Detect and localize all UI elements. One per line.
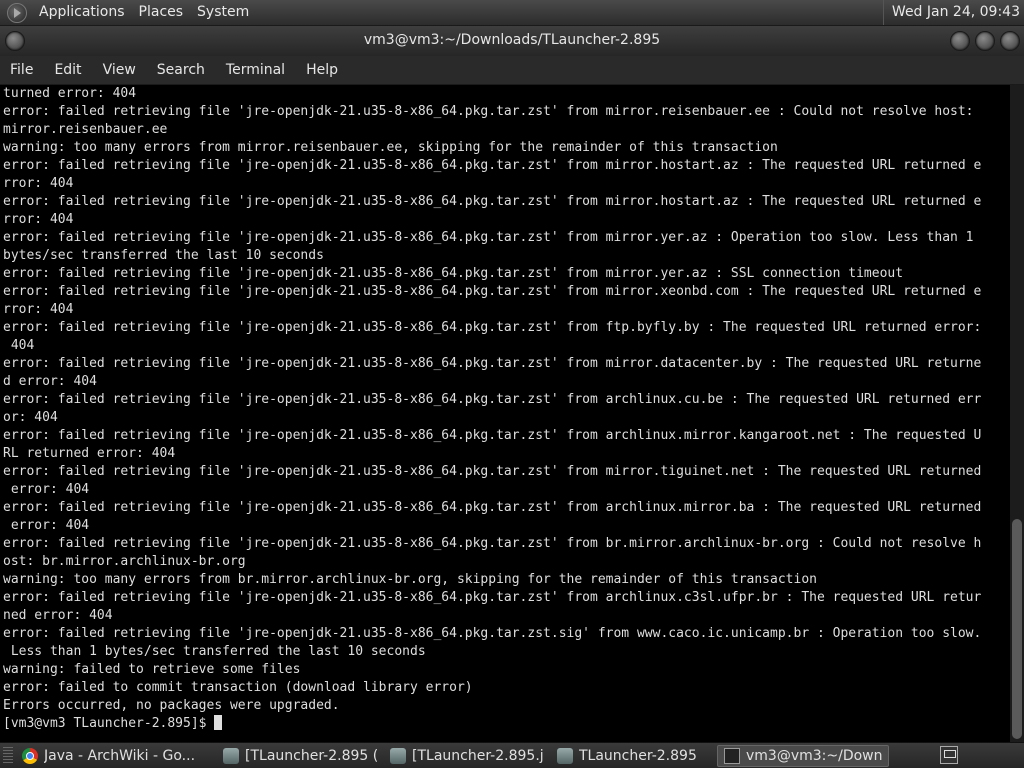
menu-search[interactable]: Search xyxy=(147,56,216,84)
terminal-line: rror: 404 xyxy=(3,302,74,317)
file-manager-icon xyxy=(223,747,239,764)
panel-clock[interactable]: Wed Jan 24, 09:43 xyxy=(882,0,1024,25)
distro-logo-icon[interactable] xyxy=(7,2,27,23)
minimize-button[interactable] xyxy=(950,31,970,51)
close-button[interactable] xyxy=(1000,31,1020,51)
terminal-line: rror: 404 xyxy=(3,176,74,191)
terminal-line: error: failed to commit transaction (dow… xyxy=(3,680,473,695)
terminal-line: bytes/sec transferred the last 10 second… xyxy=(3,248,324,263)
file-manager-icon xyxy=(390,747,406,764)
taskbar-button[interactable]: Java - ArchWiki - Go... xyxy=(16,745,216,767)
terminal-line: Errors occurred, no packages were upgrad… xyxy=(3,698,340,713)
scrollbar-thumb[interactable] xyxy=(1012,519,1022,739)
terminal-line: RL returned error: 404 xyxy=(3,446,176,461)
menu-file[interactable]: File xyxy=(0,56,44,84)
places-menu[interactable]: Places xyxy=(132,0,191,25)
terminal-line: 404 xyxy=(3,338,35,353)
terminal-prompt: [vm3@vm3 TLauncher-2.895]$ xyxy=(3,715,1010,733)
applications-menu[interactable]: Applications xyxy=(32,0,132,25)
terminal-line: error: failed retrieving file 'jre-openj… xyxy=(3,590,982,605)
task-list: Java - ArchWiki - Go... [TLauncher-2.895 … xyxy=(16,744,890,767)
taskbar-handle[interactable] xyxy=(3,746,13,765)
terminal-line: Less than 1 bytes/sec transferred the la… xyxy=(3,644,426,659)
terminal-line: error: failed retrieving file 'jre-openj… xyxy=(3,230,974,245)
show-desktop-icon[interactable] xyxy=(940,746,958,764)
terminal-line: error: failed retrieving file 'jre-openj… xyxy=(3,428,982,443)
taskbar-button[interactable]: TLauncher-2.895 xyxy=(551,745,716,767)
menu-edit[interactable]: Edit xyxy=(44,56,92,84)
file-manager-icon xyxy=(557,747,573,764)
terminal-line: error: 404 xyxy=(3,482,90,497)
terminal-line: warning: too many errors from mirror.rei… xyxy=(3,140,778,155)
window-title: vm3@vm3:~/Downloads/TLauncher-2.895 xyxy=(363,32,661,48)
menu-view[interactable]: View xyxy=(93,56,147,84)
menu-help[interactable]: Help xyxy=(296,56,349,84)
terminal-line: ned error: 404 xyxy=(3,608,113,623)
terminal-line: rror: 404 xyxy=(3,212,74,227)
window-titlebar[interactable]: vm3@vm3:~/Downloads/TLauncher-2.895 xyxy=(0,26,1024,56)
terminal-line: error: failed retrieving file 'jre-openj… xyxy=(3,392,982,407)
taskbar-button[interactable]: [TLauncher-2.895.jar] xyxy=(384,745,550,767)
terminal-line: error: failed retrieving file 'jre-openj… xyxy=(3,284,982,299)
terminal-line: error: failed retrieving file 'jre-openj… xyxy=(3,464,982,479)
terminal-line: d error: 404 xyxy=(3,374,97,389)
terminal-line: error: failed retrieving file 'jre-openj… xyxy=(3,158,982,173)
top-panel-menu: Applications Places System xyxy=(32,0,256,25)
terminal-text[interactable]: turned error: 404 error: failed retrievin… xyxy=(0,85,1010,733)
taskbar-button-label: [TLauncher-2.895 (1... xyxy=(245,747,377,764)
terminal-line: error: failed retrieving file 'jre-openj… xyxy=(3,536,982,551)
terminal-line: error: failed retrieving file 'jre-openj… xyxy=(3,626,982,641)
taskbar-button-label: vm3@vm3:~/Downl... xyxy=(746,747,882,764)
taskbar-button-label: TLauncher-2.895 xyxy=(579,747,697,764)
terminal-cursor xyxy=(214,715,223,730)
terminal-line: ost: br.mirror.archlinux-br.org xyxy=(3,554,246,569)
terminal-scrollbar[interactable] xyxy=(1010,85,1024,742)
terminal-line: error: 404 xyxy=(3,518,90,533)
top-panel: Applications Places System Wed Jan 24, 0… xyxy=(0,0,1024,26)
terminal-line: error: failed retrieving file 'jre-openj… xyxy=(3,104,974,119)
taskbar-button[interactable]: vm3@vm3:~/Downl... xyxy=(717,744,889,767)
terminal-line: error: failed retrieving file 'jre-openj… xyxy=(3,356,982,371)
terminal-line: error: failed retrieving file 'jre-openj… xyxy=(3,266,904,281)
terminal-line: error: failed retrieving file 'jre-openj… xyxy=(3,194,982,209)
terminal-line: or: 404 xyxy=(3,410,58,425)
terminal-line: warning: failed to retrieve some files xyxy=(3,662,301,677)
terminal-line: mirror.reisenbauer.ee xyxy=(3,122,168,137)
taskbar-button[interactable]: [TLauncher-2.895 (1... xyxy=(217,745,383,767)
taskbar-button-label: [TLauncher-2.895.jar] xyxy=(412,747,544,764)
terminal-line: turned error: 404 xyxy=(3,86,137,101)
bottom-taskbar: Java - ArchWiki - Go... [TLauncher-2.895 … xyxy=(0,743,1024,768)
system-menu[interactable]: System xyxy=(190,0,256,25)
maximize-button[interactable] xyxy=(975,31,995,51)
terminal-line: error: failed retrieving file 'jre-openj… xyxy=(3,320,982,335)
chrome-icon xyxy=(22,747,38,764)
terminal-icon xyxy=(724,747,740,764)
terminal-output[interactable]: turned error: 404 error: failed retrievin… xyxy=(0,85,1010,742)
menu-terminal[interactable]: Terminal xyxy=(216,56,296,84)
terminal-line: error: failed retrieving file 'jre-openj… xyxy=(3,500,982,515)
taskbar-button-label: Java - ArchWiki - Go... xyxy=(44,747,196,764)
terminal-line: warning: too many errors from br.mirror.… xyxy=(3,572,817,587)
terminal-menubar: File Edit View Search Terminal Help xyxy=(0,56,1024,85)
